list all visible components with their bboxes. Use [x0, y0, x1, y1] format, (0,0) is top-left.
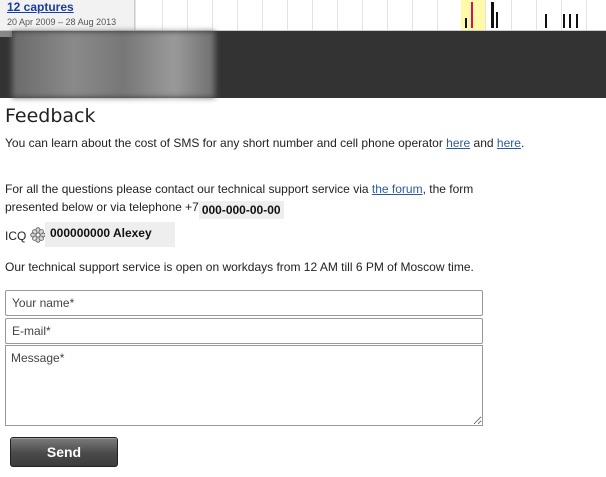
name-field[interactable]: [5, 290, 483, 316]
timeline-column: [511, 0, 512, 30]
page-title: Feedback: [5, 105, 96, 127]
timeline-column: [485, 0, 486, 30]
timeline-column: [262, 0, 263, 30]
message-field[interactable]: [5, 345, 483, 426]
captures-link[interactable]: 12 captures: [7, 0, 74, 15]
timeline-column: [586, 0, 587, 30]
sms-text-mid: and: [470, 136, 497, 150]
wayback-toolbar: 12 captures 20 Apr 2009 – 28 Aug 2013: [0, 0, 606, 31]
captures-panel: 12 captures 20 Apr 2009 – 28 Aug 2013: [0, 0, 135, 30]
contact-text: For all the questions please contact our…: [5, 182, 372, 196]
timeline-column: [312, 0, 313, 30]
capture-tick[interactable]: [545, 14, 547, 28]
contact-paragraph: For all the questions please contact our…: [5, 181, 525, 219]
timeline-column: [536, 0, 537, 30]
timeline-column: [135, 0, 136, 30]
sms-text-end: .: [520, 136, 525, 150]
sms-cost-paragraph: You can learn about the cost of SMS for …: [5, 135, 525, 152]
capture-tick[interactable]: [465, 18, 467, 28]
header-accent: [0, 31, 12, 37]
forum-link[interactable]: the forum: [372, 182, 423, 196]
timeline-column: [437, 0, 438, 30]
timeline-column: [287, 0, 288, 30]
timeline-column: [561, 0, 562, 30]
send-button[interactable]: Send: [10, 437, 118, 467]
support-hours-text: Our technical support service is open on…: [5, 260, 474, 274]
icq-number: 000000000 Alexey: [45, 222, 175, 247]
capture-date-range: 20 Apr 2009 – 28 Aug 2013: [7, 17, 117, 27]
icq-flower-icon: [30, 227, 46, 243]
capture-tick[interactable]: [563, 14, 565, 28]
timeline-column: [237, 0, 238, 30]
capture-tick[interactable]: [491, 2, 494, 28]
capture-tick[interactable]: [569, 14, 571, 28]
capture-tick[interactable]: [576, 14, 578, 28]
sms-text: You can learn about the cost of SMS for …: [5, 136, 447, 150]
timeline-column: [387, 0, 388, 30]
timeline-column: [162, 0, 163, 30]
capture-timeline[interactable]: [135, 0, 606, 30]
site-logo[interactable]: [12, 31, 215, 98]
icq-label: ICQ: [5, 229, 27, 243]
sms-here-link-1[interactable]: here: [446, 136, 470, 150]
current-capture-marker[interactable]: [471, 2, 473, 28]
timeline-column: [412, 0, 413, 30]
timeline-column: [362, 0, 363, 30]
timeline-column: [212, 0, 213, 30]
capture-tick[interactable]: [496, 12, 498, 28]
timeline-column: [187, 0, 188, 30]
email-field[interactable]: [5, 318, 483, 344]
phone-number: 000-000-00-00: [198, 201, 284, 219]
timeline-column: [337, 0, 338, 30]
sms-here-link-2[interactable]: here: [497, 136, 521, 150]
